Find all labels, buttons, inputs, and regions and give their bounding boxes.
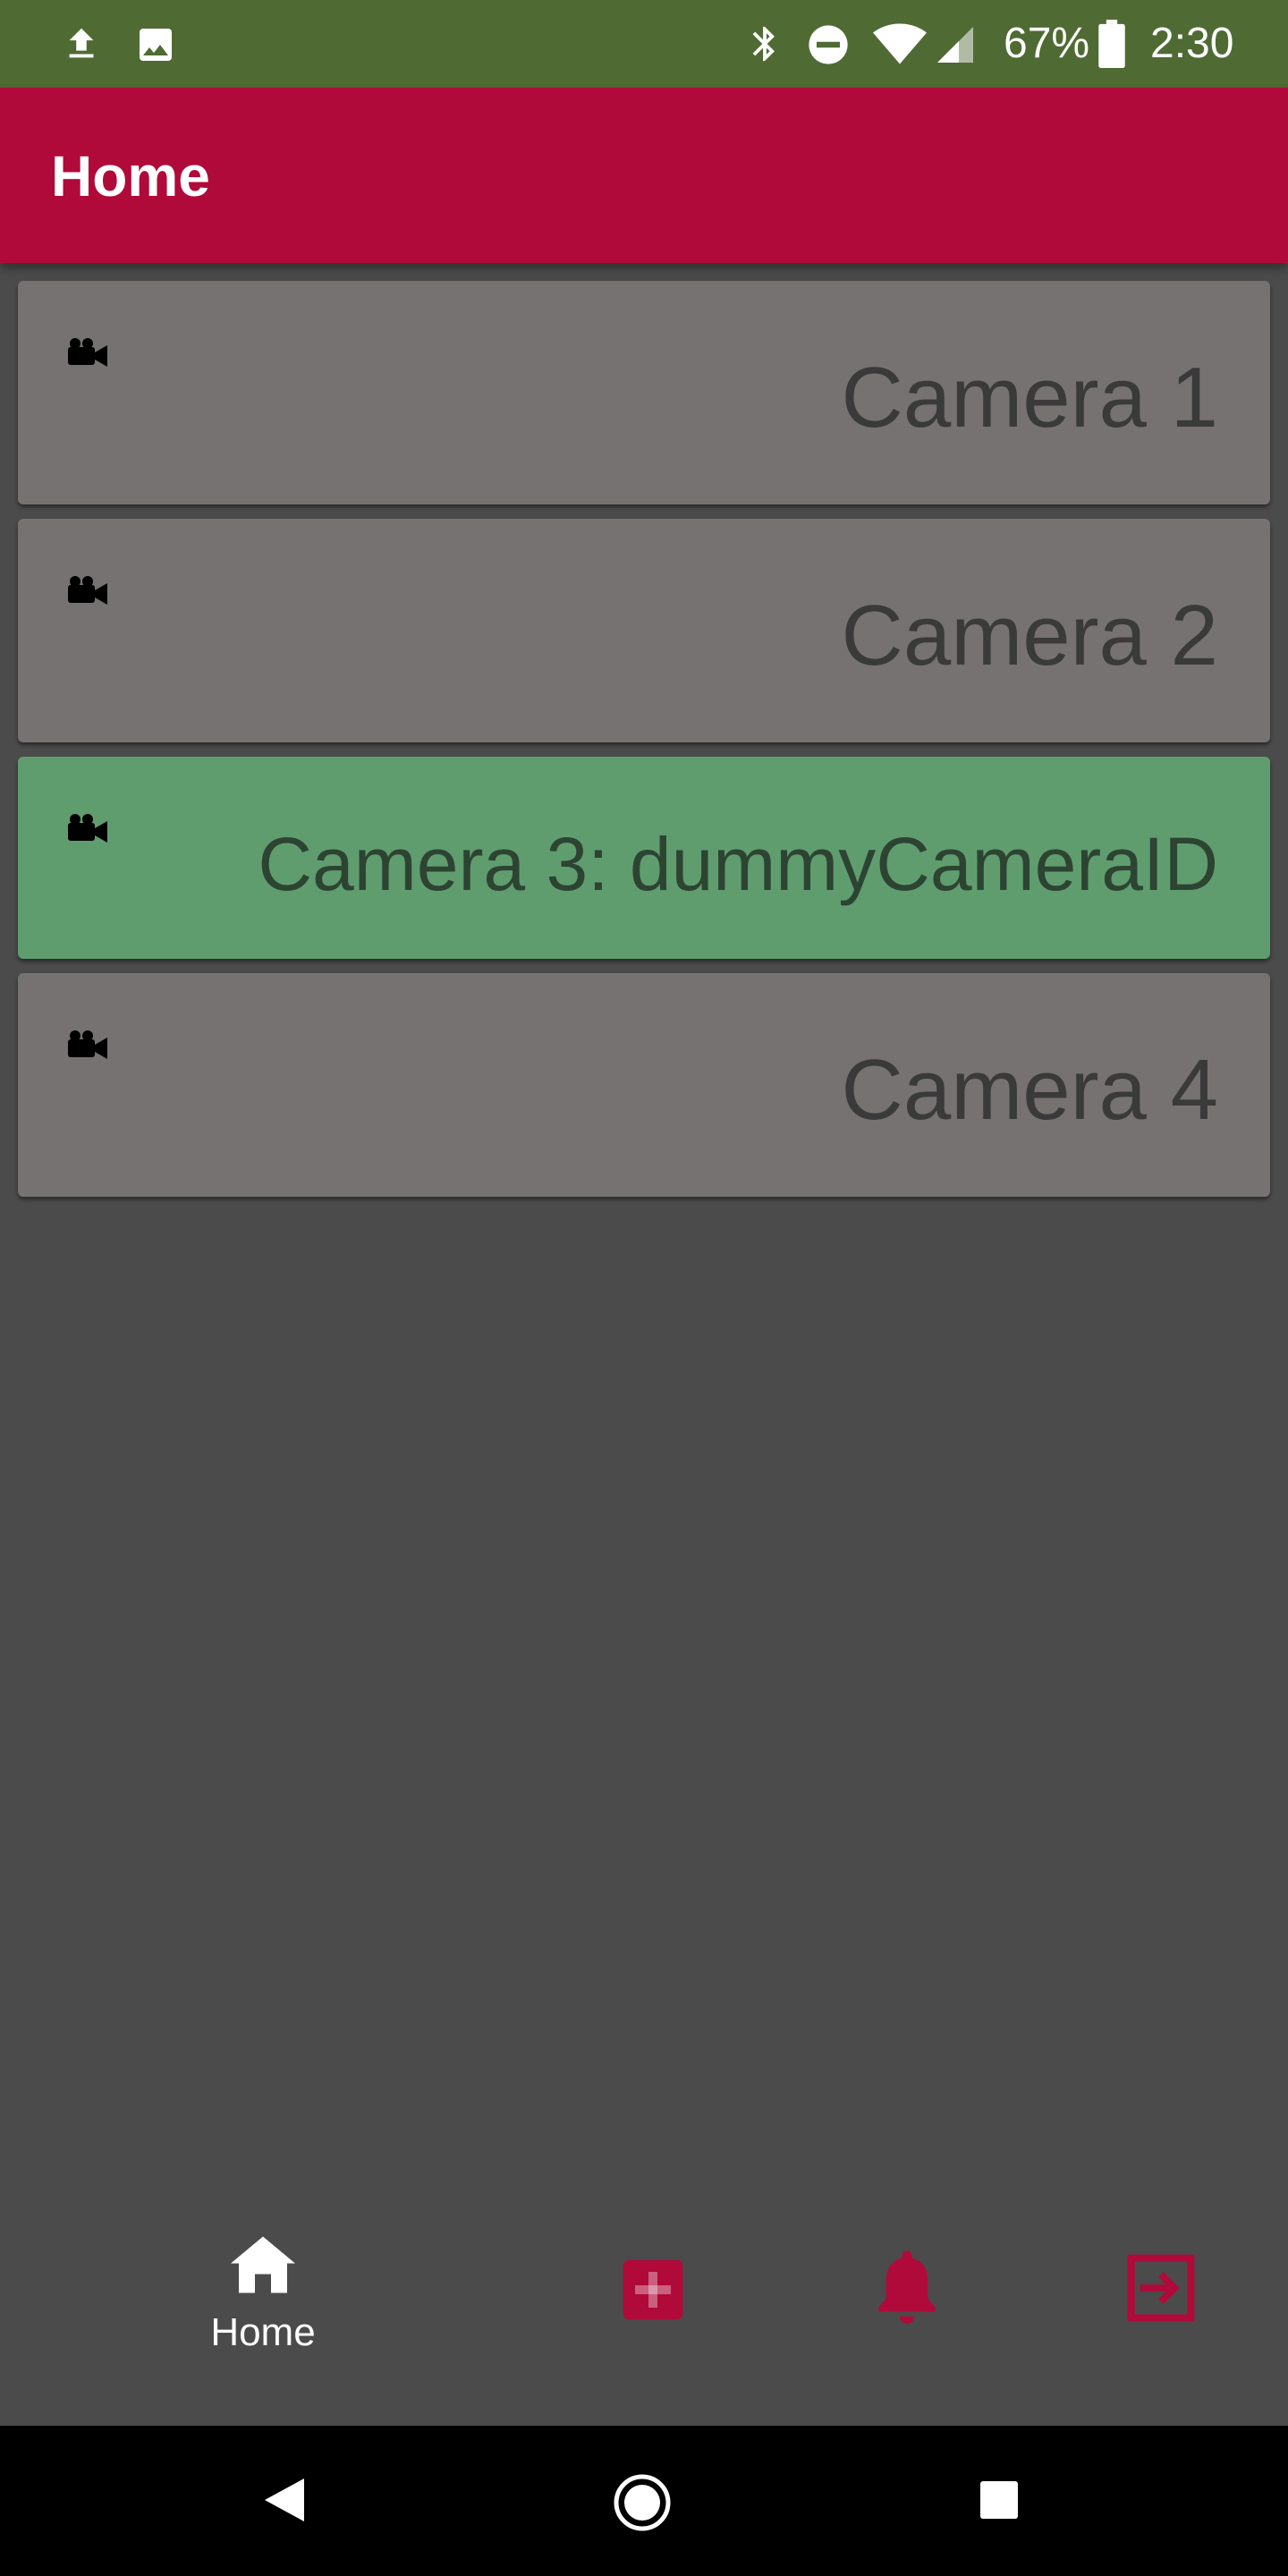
camera-label: Camera 3: dummyCameraID xyxy=(258,822,1218,906)
system-navigation-bar xyxy=(0,2426,1288,2576)
camera-card-3[interactable]: Camera 3: dummyCameraID xyxy=(18,757,1270,959)
camera-label: Camera 2 xyxy=(841,588,1219,683)
nav-logout[interactable] xyxy=(1125,2252,1197,2324)
video-camera-icon xyxy=(68,338,107,367)
camera-card-4[interactable]: Camera 4 xyxy=(18,973,1270,1197)
camera-card-2[interactable]: Camera 2 xyxy=(18,519,1270,742)
camera-label: Camera 4 xyxy=(841,1042,1219,1138)
add-box-icon xyxy=(623,2259,683,2320)
nav-notifications[interactable] xyxy=(871,2250,943,2326)
page-title: Home xyxy=(51,144,210,208)
camera-card-1[interactable]: Camera 1 xyxy=(18,281,1270,504)
nav-home[interactable]: Home xyxy=(182,2218,343,2361)
nav-add-camera[interactable] xyxy=(617,2254,689,2326)
battery-icon xyxy=(1098,20,1125,68)
app-bar: Home xyxy=(0,88,1288,263)
upload-icon xyxy=(69,28,94,58)
camera-label: Camera 1 xyxy=(841,350,1219,445)
battery-percent: 67% xyxy=(1004,20,1090,67)
do-not-disturb-icon xyxy=(809,25,848,64)
bell-icon xyxy=(878,2250,936,2324)
back-icon[interactable] xyxy=(265,2478,304,2522)
home-circle-icon[interactable] xyxy=(612,2472,673,2533)
video-camera-icon xyxy=(68,1030,107,1059)
bottom-navigation: Home xyxy=(0,2218,1288,2426)
recents-icon[interactable] xyxy=(980,2481,1018,2519)
home-icon xyxy=(231,2236,295,2293)
nav-home-label: Home xyxy=(210,2310,316,2354)
screen: 67% 2:30 Home Camera 1 Camera 2 Camera 3… xyxy=(0,0,1288,2576)
bluetooth-icon xyxy=(752,26,775,62)
status-time: 2:30 xyxy=(1150,20,1234,67)
cell-signal-icon xyxy=(937,27,973,63)
status-bar: 67% 2:30 xyxy=(0,0,1288,88)
image-icon xyxy=(140,29,172,61)
wifi-icon xyxy=(873,23,927,64)
video-camera-icon xyxy=(68,814,107,843)
video-camera-icon xyxy=(68,576,107,605)
exit-icon xyxy=(1127,2254,1195,2322)
